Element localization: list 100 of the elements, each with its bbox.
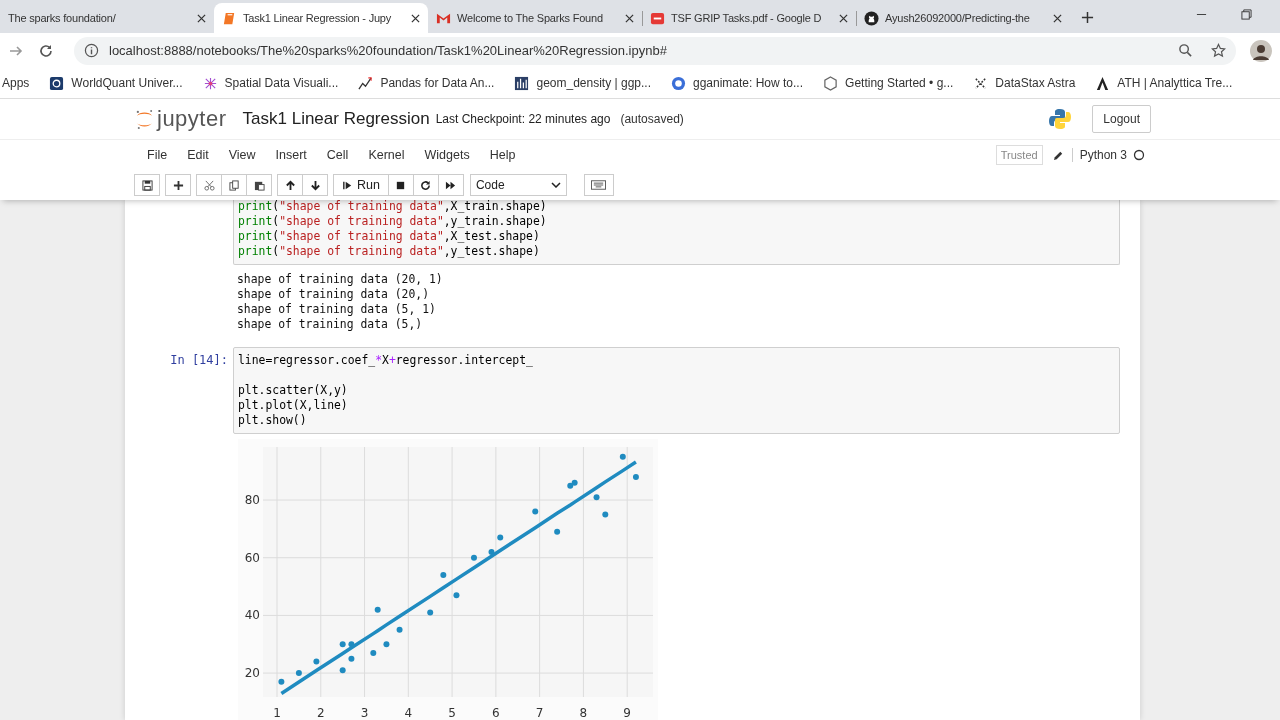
- bookmark[interactable]: ATH | Analyttica Tre...: [1095, 75, 1233, 91]
- code-line: plt.show(): [238, 413, 307, 428]
- cell-prompt: In [14]:: [170, 353, 228, 367]
- stop-button[interactable]: [387, 174, 414, 196]
- menu-item[interactable]: Insert: [265, 148, 317, 162]
- data-point: [602, 511, 609, 518]
- square-logo-icon: [49, 75, 65, 91]
- insert-cell-button[interactable]: [165, 174, 191, 196]
- save-button[interactable]: [134, 174, 160, 196]
- bookmark[interactable]: Apps: [2, 76, 30, 90]
- close-icon[interactable]: [411, 13, 420, 23]
- data-point: [396, 626, 403, 633]
- code-line: print("shape of training data",X_train.shape): [238, 200, 547, 214]
- tick-label: 3: [360, 706, 369, 720]
- checkpoint-text: Last Checkpoint: 22 minutes ago: [435, 112, 611, 126]
- restart-button[interactable]: [412, 174, 439, 196]
- bookmark-label: gganimate: How to...: [693, 76, 804, 90]
- trend-icon: [358, 75, 374, 91]
- close-icon[interactable]: [197, 13, 206, 23]
- bookmark[interactable]: Getting Started • g...: [823, 75, 954, 91]
- tick-label: 8: [579, 706, 588, 720]
- data-point: [593, 494, 600, 501]
- logo-text: jupyter: [157, 106, 227, 132]
- data-point: [313, 658, 320, 665]
- code-line: print("shape of training data",X_test.shape): [238, 229, 540, 244]
- browser-tab[interactable]: Ayush26092000/Predicting-the: [856, 3, 1070, 33]
- menu-item[interactable]: Edit: [177, 148, 219, 162]
- data-point: [348, 655, 355, 662]
- bookmark[interactable]: Spatial Data Visuali...: [202, 75, 339, 91]
- menu-item[interactable]: Help: [479, 148, 526, 162]
- tick-label: 1: [273, 706, 281, 720]
- tick-label: 5: [448, 706, 456, 720]
- address-bar[interactable]: localhost:8888/notebooks/The%20sparks%20foundation/Task1%20Linear%20Regression.ipynb#: [74, 36, 1236, 65]
- notebook-title[interactable]: Task1 Linear Regression: [242, 109, 430, 129]
- code-line: plt.scatter(X,y): [238, 382, 348, 398]
- bookmark-label: DataStax Astra: [995, 76, 1076, 90]
- menu-item[interactable]: Cell: [316, 148, 359, 162]
- close-icon[interactable]: [625, 13, 634, 23]
- data-point: [427, 609, 434, 616]
- browser-tab[interactable]: The sparks foundation/: [0, 3, 214, 33]
- avatar-icon[interactable]: [1250, 39, 1272, 62]
- star-icon[interactable]: [1211, 43, 1226, 58]
- bookmark[interactable]: geom_density | ggp...: [514, 75, 651, 91]
- move-up-button[interactable]: [277, 174, 303, 196]
- code-line: print("shape of training data",y_train.shape): [238, 214, 547, 229]
- keyboard-button[interactable]: [583, 174, 614, 196]
- run-button[interactable]: Run: [333, 174, 389, 196]
- menu-item[interactable]: File: [135, 148, 178, 162]
- network-icon: [202, 75, 218, 91]
- bookmark[interactable]: DataStax Astra: [973, 75, 1076, 91]
- cat-icon: [864, 10, 879, 26]
- logout-button[interactable]: Logout: [1092, 105, 1151, 133]
- browser-tab[interactable]: TSF GRIP Tasks.pdf - Google D: [642, 3, 856, 33]
- plus-icon[interactable]: [1081, 11, 1094, 24]
- output-line: shape of training data (20,): [237, 287, 430, 301]
- plus-icon: [172, 179, 184, 191]
- bars-icon: [514, 75, 530, 91]
- code-cell[interactable]: print("shape of training data",X_train.shape) print("shape of training data",y_train.shape) print("shape of training data",X_test.shape) print("shape of training data",y_test.shape): [233, 200, 1120, 265]
- fast-forward-button[interactable]: [437, 174, 464, 196]
- bookmark[interactable]: Pandas for Data An...: [358, 75, 495, 91]
- autosave-text: (autosaved): [620, 112, 684, 126]
- menu-item[interactable]: View: [218, 148, 266, 162]
- zoom-icon[interactable]: [1178, 43, 1193, 58]
- data-point: [453, 592, 460, 599]
- code-cell[interactable]: line=regressor.coef_*X+regressor.intercept_ plt.scatter(X,y) plt.plot(X,line) plt.show(): [233, 347, 1120, 434]
- info-icon: [84, 43, 99, 58]
- copy-button[interactable]: [221, 174, 247, 196]
- hexagon-icon: [823, 75, 839, 91]
- bookmark[interactable]: WorldQuant Univer...: [49, 75, 183, 91]
- browser-tab[interactable]: Welcome to The Sparks Found: [428, 3, 642, 33]
- notebook-icon: [222, 10, 237, 26]
- arrow-down-icon: [309, 179, 321, 191]
- data-point: [374, 606, 381, 613]
- data-point: [532, 508, 539, 515]
- data-point: [554, 528, 561, 535]
- globe-icon: [671, 75, 686, 91]
- data-point: [619, 453, 626, 460]
- stop-icon: [395, 179, 407, 191]
- paste-button[interactable]: [246, 174, 272, 196]
- output-line: shape of training data (5, 1): [237, 302, 436, 316]
- cut-button[interactable]: [196, 174, 222, 196]
- pencil-icon[interactable]: [1052, 149, 1064, 161]
- bookmark[interactable]: gganimate: How to...: [671, 75, 804, 91]
- browser-tab[interactable]: Task1 Linear Regression - Jupy: [214, 3, 428, 33]
- tab-title: Task1 Linear Regression - Jupy: [243, 12, 392, 24]
- step-icon: [342, 179, 353, 191]
- move-down-button[interactable]: [302, 174, 328, 196]
- menu-item[interactable]: Kernel: [358, 148, 415, 162]
- tick-label: 6: [492, 706, 500, 720]
- restore-icon[interactable]: [1241, 9, 1252, 20]
- close-icon[interactable]: [1053, 13, 1062, 23]
- reload-icon[interactable]: [38, 42, 54, 59]
- tab-title: The sparks foundation/: [8, 12, 116, 24]
- cell-type-dropdown[interactable]: Code: [469, 174, 567, 196]
- triangle-logo-icon: [1095, 75, 1111, 91]
- menu-item[interactable]: Widgets: [414, 148, 480, 162]
- data-point: [339, 667, 346, 674]
- pdf-icon: [650, 10, 665, 26]
- trusted-badge[interactable]: Trusted: [995, 145, 1043, 165]
- close-icon[interactable]: [839, 13, 848, 23]
